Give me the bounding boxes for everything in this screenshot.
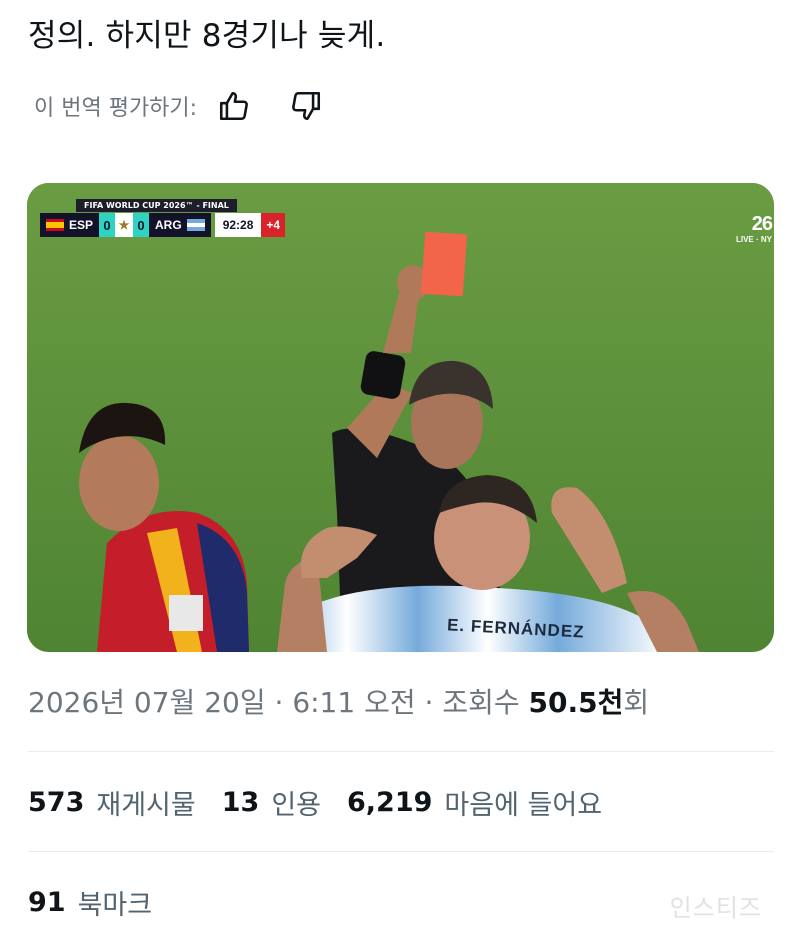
added-time: +4 (261, 213, 286, 237)
broadcaster-live-label: LIVE · NY (735, 235, 772, 244)
home-score: 0 (99, 213, 116, 237)
retweets-label: 재게시물 (96, 789, 196, 821)
spain-flag-icon (46, 219, 64, 231)
away-score: 0 (133, 213, 150, 237)
likes-label: 마음에 들어요 (444, 789, 603, 821)
engagement-stats: 573 재게시물 13 인용 6,219 마음에 들어요 (28, 782, 628, 822)
argentina-flag-icon (186, 219, 205, 231)
quotes-stat[interactable]: 13 인용 (222, 783, 321, 822)
thumbs-up-icon[interactable] (215, 87, 253, 125)
broadcaster-logo: 26 LIVE · NY (735, 213, 773, 245)
views-value: 50.5 (528, 686, 598, 719)
red-card (421, 231, 467, 297)
match-clock: 92:28 (214, 213, 262, 237)
away-team: ARG (149, 213, 211, 237)
broadcaster-logo-text: 26 (751, 213, 773, 235)
views-unit: 천 (597, 686, 624, 719)
likes-stat[interactable]: 6,219 마음에 들어요 (347, 783, 602, 822)
likes-count: 6,219 (347, 786, 433, 818)
scorebug-title: FIFA WORLD CUP 2026™ - FINAL (76, 199, 237, 212)
tweet-meta: 2026년 07월 20일 · 6:11 오전 · 조회수 50.5천회 (28, 683, 649, 723)
meta-separator: · (265, 686, 293, 719)
divider (28, 751, 774, 752)
match-photo (27, 183, 774, 652)
quotes-count: 13 (221, 786, 260, 818)
tweet-time[interactable]: 6:11 오전 (292, 686, 415, 719)
translation-rating-label: 이 번역 평가하기: (34, 96, 198, 121)
translation-rating: 이 번역 평가하기: (34, 86, 325, 126)
home-team: ESP (40, 213, 100, 237)
site-watermark: 인스티즈 (669, 894, 762, 922)
retweets-stat[interactable]: 573 재게시물 (28, 783, 196, 822)
tweet-date[interactable]: 2026년 07월 20일 (28, 686, 266, 719)
home-team-name: ESP (69, 218, 94, 232)
meta-separator: · (415, 686, 443, 719)
views-label: 조회수 (442, 686, 520, 719)
quotes-label: 인용 (271, 789, 322, 821)
bookmarks-stat[interactable]: 91 북마크 (28, 880, 178, 924)
trophy-icon: ★ (115, 213, 134, 237)
away-team-name: ARG (155, 218, 182, 232)
bookmarks-label: 북마크 (77, 889, 153, 921)
tweet-media-photo[interactable]: FIFA WORLD CUP 2026™ - FINAL ESP 0 ★ 0 A… (27, 183, 774, 652)
divider (28, 851, 774, 852)
retweets-count: 573 (28, 786, 85, 818)
tweet-text: 정의. 하지만 8경기나 늦게. (28, 18, 386, 54)
bookmarks-count: 91 (28, 886, 66, 918)
thumbs-down-icon[interactable] (287, 87, 325, 125)
views-suffix: 회 (623, 686, 650, 719)
views-count: 50.5천 (529, 686, 624, 719)
